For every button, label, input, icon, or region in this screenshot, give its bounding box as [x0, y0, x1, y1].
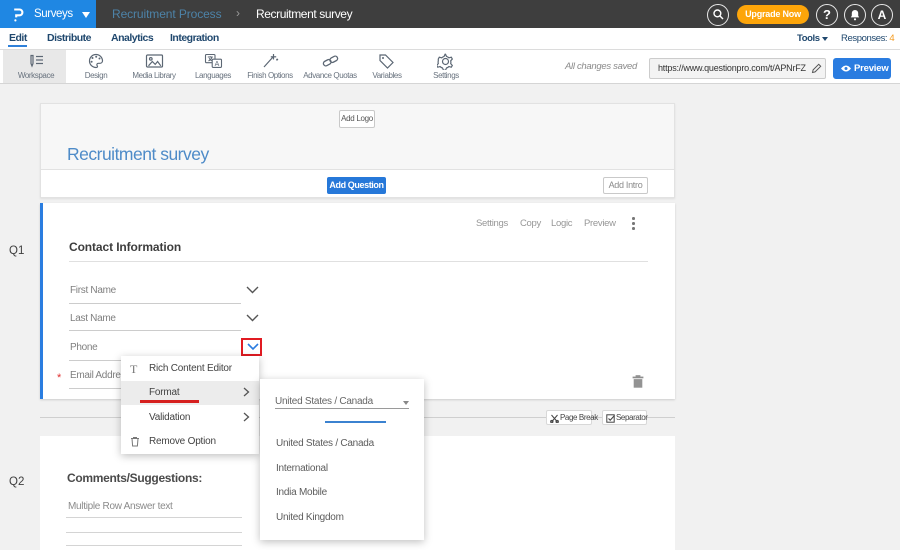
svg-text:A: A [215, 61, 220, 68]
